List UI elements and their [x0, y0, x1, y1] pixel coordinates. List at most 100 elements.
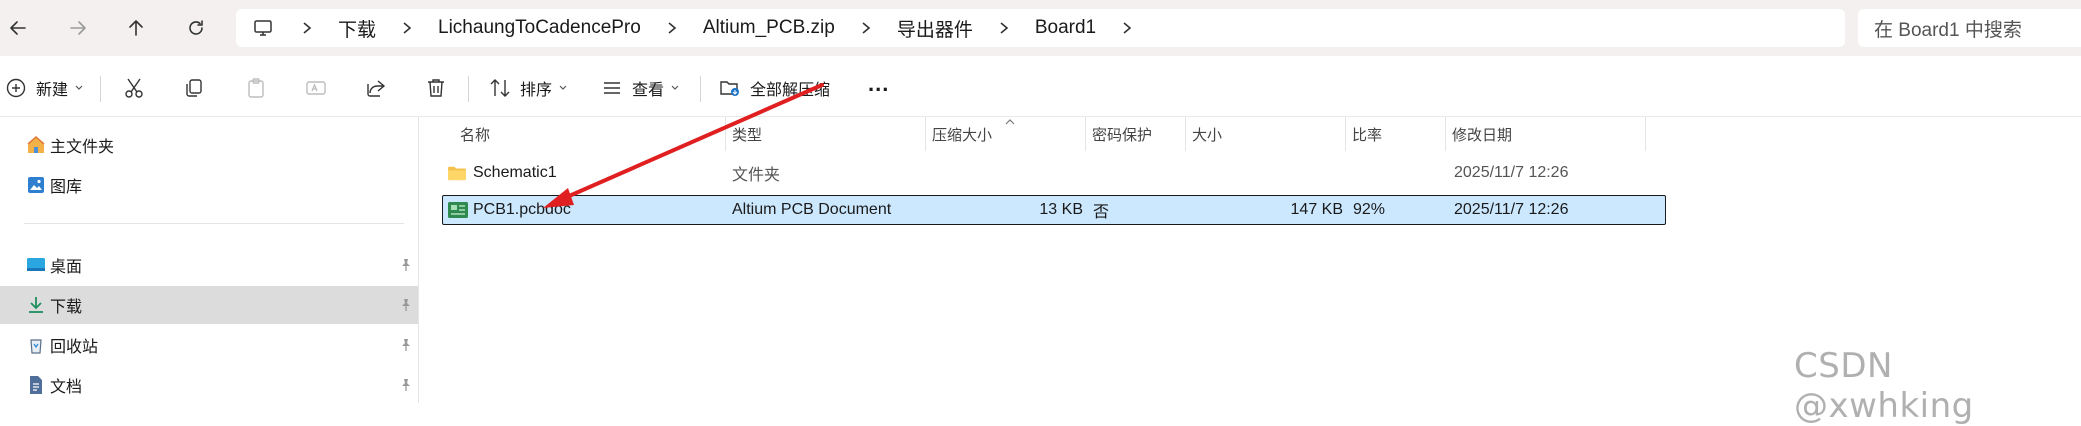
- file-name: Schematic1: [473, 164, 557, 181]
- breadcrumb-item[interactable]: LichaungToCadencePro: [438, 17, 641, 39]
- column-divider[interactable]: [1185, 117, 1186, 151]
- address-bar: 下载 LichaungToCadencePro Altium_PCB.zip 导…: [0, 0, 2081, 56]
- toolbar-divider: [468, 76, 469, 102]
- desktop-icon: [24, 253, 48, 277]
- watermark: CSDN @xwhking: [1794, 346, 1974, 426]
- column-divider[interactable]: [1345, 117, 1346, 151]
- clipboard-icon: [248, 78, 264, 98]
- command-bar: 新建 排序 查看 全部解压缩 ...: [0, 60, 2081, 117]
- up-button[interactable]: [118, 10, 154, 46]
- extract-all-label: 全部解压缩: [750, 82, 831, 99]
- sidebar-item-desktop[interactable]: 桌面: [0, 246, 418, 284]
- search-box[interactable]: 在 Board1 中搜索: [1858, 9, 2081, 47]
- trash-icon: [428, 79, 444, 97]
- toolbar-divider: [700, 76, 701, 102]
- chevron-right-icon[interactable]: [859, 21, 873, 35]
- arrow-right-icon: [70, 21, 86, 35]
- search-input[interactable]: 在 Board1 中搜索: [1874, 15, 2022, 42]
- new-button[interactable]: 新建: [4, 68, 84, 108]
- sidebar-item-label: 下载: [50, 299, 83, 316]
- pin-icon[interactable]: [398, 297, 414, 313]
- download-icon: [24, 293, 48, 317]
- arrow-up-icon: [129, 20, 143, 36]
- breadcrumb-item[interactable]: 导出器件: [897, 15, 973, 42]
- navigation-pane: 主文件夹 图库 桌面 下载 回收站 文档: [0, 117, 419, 403]
- sidebar-item-label: 桌面: [50, 259, 83, 276]
- column-divider[interactable]: [725, 117, 726, 151]
- sidebar-item-home[interactable]: 主文件夹: [0, 126, 418, 164]
- sidebar-item-downloads[interactable]: 下载: [0, 286, 418, 324]
- rename-button[interactable]: [304, 68, 328, 108]
- file-size: 147 KB: [1290, 201, 1343, 218]
- sidebar-item-label: 图库: [50, 179, 83, 196]
- copy-button[interactable]: [182, 68, 206, 108]
- file-row[interactable]: Schematic1 文件夹 2025/11/7 12:26: [442, 158, 1666, 188]
- column-divider[interactable]: [1445, 117, 1446, 151]
- column-header-ratio[interactable]: 比率: [1352, 117, 1382, 151]
- cut-button[interactable]: [122, 68, 146, 108]
- column-header-name[interactable]: 名称: [460, 117, 490, 151]
- sort-label: 排序: [520, 82, 553, 99]
- chevron-right-icon[interactable]: [665, 21, 679, 35]
- extract-folder-icon: [720, 81, 739, 96]
- file-modified: 2025/11/7 12:26: [1454, 164, 1569, 181]
- share-button[interactable]: [364, 68, 388, 108]
- refresh-button[interactable]: [178, 10, 214, 46]
- file-row[interactable]: PCB1.pcbdoc Altium PCB Document 13 KB 否 …: [442, 195, 1666, 225]
- sidebar-item-recycle-bin[interactable]: 回收站: [0, 326, 418, 364]
- column-header-size[interactable]: 大小: [1192, 117, 1222, 151]
- home-icon: [24, 133, 48, 157]
- copy-icon: [186, 79, 202, 97]
- sidebar-divider: [24, 223, 404, 224]
- pin-icon[interactable]: [398, 257, 414, 273]
- document-icon: [24, 373, 48, 397]
- view-button[interactable]: 查看: [600, 68, 680, 108]
- more-options-button[interactable]: ...: [864, 68, 889, 108]
- pin-icon[interactable]: [398, 337, 414, 353]
- column-divider[interactable]: [925, 117, 926, 151]
- breadcrumb-item[interactable]: Altium_PCB.zip: [703, 17, 835, 39]
- more-icon: ...: [868, 71, 890, 96]
- file-type: Altium PCB Document: [732, 201, 892, 218]
- list-view-icon: [604, 82, 620, 94]
- chevron-right-icon[interactable]: [400, 21, 414, 35]
- chevron-right-icon[interactable]: [300, 21, 314, 35]
- chevron-right-icon[interactable]: [1120, 21, 1134, 35]
- share-icon: [367, 80, 386, 97]
- pcb-file-icon: [447, 195, 473, 225]
- column-header-modified[interactable]: 修改日期: [1452, 117, 1512, 151]
- back-button[interactable]: [0, 10, 36, 46]
- this-pc-icon[interactable]: [250, 15, 276, 41]
- file-compressed-size: 13 KB: [1039, 201, 1083, 218]
- gallery-icon: [24, 173, 48, 197]
- sort-icon: [490, 79, 510, 97]
- sidebar-item-gallery[interactable]: 图库: [0, 166, 418, 204]
- plus-circle-icon: [6, 78, 26, 98]
- sort-button[interactable]: 排序: [488, 68, 568, 108]
- file-ratio: 92%: [1353, 201, 1386, 218]
- column-header-password[interactable]: 密码保护: [1092, 117, 1152, 151]
- extract-all-button[interactable]: 全部解压缩: [718, 68, 830, 108]
- column-divider[interactable]: [1645, 117, 1646, 151]
- refresh-icon: [189, 20, 203, 35]
- pin-icon[interactable]: [398, 377, 414, 393]
- recycle-bin-icon: [24, 333, 48, 357]
- file-name: PCB1.pcbdoc: [473, 201, 571, 218]
- column-divider[interactable]: [1085, 117, 1086, 151]
- column-header-type[interactable]: 类型: [732, 117, 762, 151]
- column-header-compressed-size[interactable]: 压缩大小: [932, 117, 992, 151]
- sidebar-item-documents[interactable]: 文档: [0, 366, 418, 404]
- delete-button[interactable]: [424, 68, 448, 108]
- breadcrumb-item[interactable]: Board1: [1035, 17, 1096, 39]
- breadcrumb[interactable]: 下载 LichaungToCadencePro Altium_PCB.zip 导…: [236, 9, 1845, 47]
- file-type: 文件夹: [732, 167, 781, 184]
- file-modified: 2025/11/7 12:26: [1454, 201, 1569, 218]
- toolbar-divider: [100, 76, 101, 102]
- breadcrumb-item[interactable]: 下载: [338, 15, 376, 42]
- chevron-down-icon: [75, 85, 83, 90]
- forward-button[interactable]: [60, 10, 96, 46]
- paste-button[interactable]: [244, 68, 268, 108]
- view-label: 查看: [632, 82, 665, 99]
- chevron-right-icon[interactable]: [997, 21, 1011, 35]
- chevron-down-icon: [671, 85, 679, 90]
